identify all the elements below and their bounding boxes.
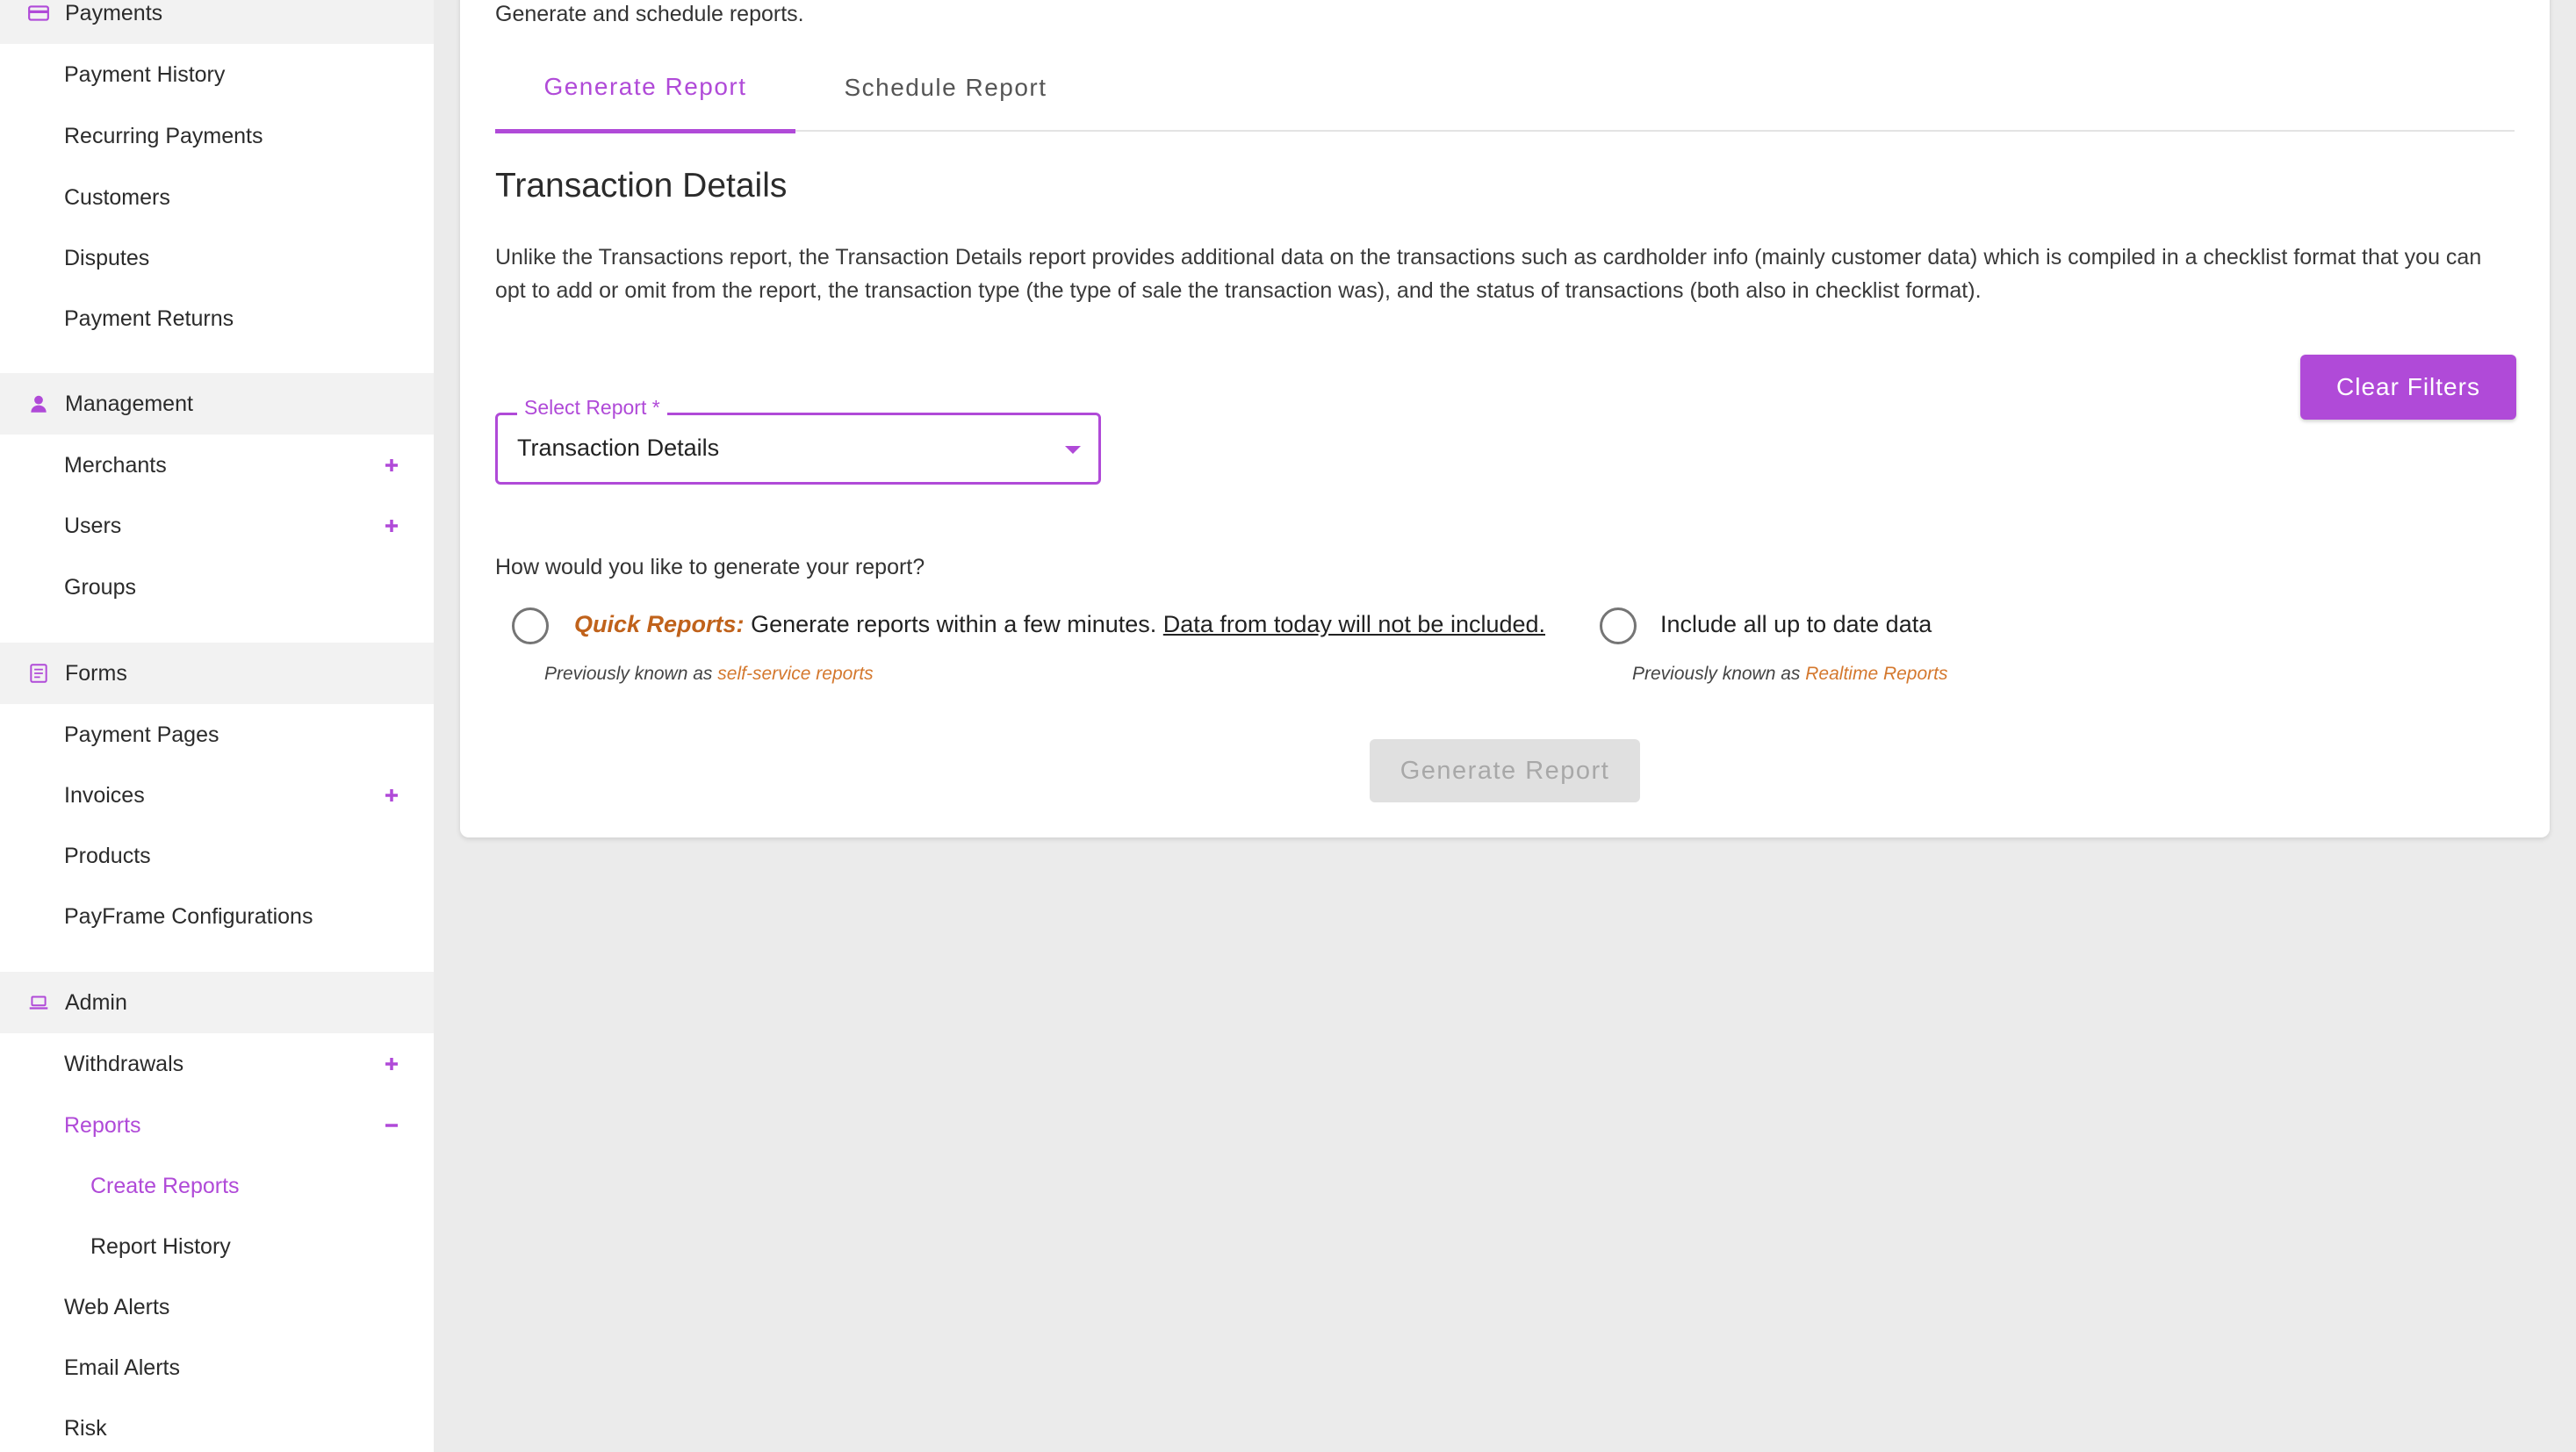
sidebar: Payments Payment History Recurring Payme…: [0, 0, 434, 1452]
sidebar-item-payment-history[interactable]: Payment History: [0, 48, 434, 101]
sidebar-section-payments[interactable]: Payments: [0, 0, 434, 44]
plus-icon[interactable]: [379, 1052, 404, 1076]
sidebar-item-label: PayFrame Configurations: [64, 903, 313, 929]
sidebar-section-title: Management: [65, 391, 193, 416]
sidebar-item-create-reports[interactable]: Create Reports: [0, 1160, 434, 1212]
sidebar-item-users[interactable]: Users: [0, 500, 434, 552]
sidebar-item-label: Withdrawals: [64, 1051, 184, 1076]
sidebar-item-reports[interactable]: Reports: [0, 1099, 434, 1152]
sidebar-item-payment-pages[interactable]: Payment Pages: [0, 708, 434, 761]
form-icon: [21, 656, 56, 691]
credit-card-icon: [21, 0, 56, 31]
quick-reports-text: Generate reports within a few minutes.: [751, 611, 1157, 637]
quick-reports-warning: Data from today will not be included.: [1162, 611, 1546, 637]
tab-bar: Generate Report Schedule Report: [495, 44, 2515, 133]
sidebar-item-report-history[interactable]: Report History: [0, 1220, 434, 1273]
quick-reports-note: Previously known as self-service reports: [544, 664, 874, 685]
note-prefix: Previously known as: [1632, 664, 1801, 684]
sidebar-item-label: Risk: [64, 1415, 107, 1441]
sidebar-item-products[interactable]: Products: [0, 830, 434, 882]
sidebar-item-disputes[interactable]: Disputes: [0, 232, 434, 284]
sidebar-section-title: Admin: [65, 989, 127, 1015]
sidebar-item-label: Recurring Payments: [64, 123, 263, 148]
sidebar-item-label: Report History: [90, 1233, 231, 1259]
note-highlight: Realtime Reports: [1805, 664, 1948, 684]
page-title: Transaction Details: [495, 167, 788, 205]
tab-generate-report[interactable]: Generate Report: [495, 44, 795, 133]
sidebar-item-payment-returns[interactable]: Payment Returns: [0, 292, 434, 345]
sidebar-item-email-alerts[interactable]: Email Alerts: [0, 1341, 434, 1394]
sidebar-item-recurring-payments[interactable]: Recurring Payments: [0, 110, 434, 162]
sidebar-item-risk[interactable]: Risk: [0, 1402, 434, 1452]
sidebar-item-payframe-configurations[interactable]: PayFrame Configurations: [0, 890, 434, 943]
sidebar-item-customers[interactable]: Customers: [0, 171, 434, 224]
sidebar-item-label: Payment History: [64, 61, 226, 87]
report-card: Generate and schedule reports. Generate …: [460, 0, 2550, 837]
app: Payments Payment History Recurring Payme…: [0, 0, 2576, 1452]
sidebar-item-withdrawals[interactable]: Withdrawals: [0, 1038, 434, 1090]
sidebar-item-groups[interactable]: Groups: [0, 561, 434, 614]
person-icon: [21, 386, 56, 421]
sidebar-section-management[interactable]: Management: [0, 373, 434, 435]
chevron-down-icon: [1065, 446, 1081, 454]
sidebar-item-label: Payment Returns: [64, 305, 234, 331]
sidebar-item-merchants[interactable]: Merchants: [0, 439, 434, 492]
minus-icon[interactable]: [379, 1113, 404, 1138]
sidebar-item-label: Reports: [64, 1112, 141, 1138]
select-report-dropdown[interactable]: Select Report * Transaction Details: [495, 396, 1101, 485]
report-description: Unlike the Transactions report, the Tran…: [495, 245, 2482, 303]
select-report-value: Transaction Details: [517, 435, 720, 461]
realtime-reports-note: Previously known as Realtime Reports: [1632, 664, 1948, 685]
plus-icon[interactable]: [379, 453, 404, 478]
sidebar-item-label: Create Reports: [90, 1173, 240, 1198]
sidebar-item-label: Web Alerts: [64, 1294, 170, 1319]
generate-report-button[interactable]: Generate Report: [1370, 739, 1640, 802]
realtime-reports-label[interactable]: Include all up to date data: [1660, 611, 1932, 638]
sidebar-item-invoices[interactable]: Invoices: [0, 769, 434, 822]
sidebar-section-forms[interactable]: Forms: [0, 643, 434, 704]
sidebar-item-label: Groups: [64, 574, 136, 600]
select-report-label: Select Report *: [517, 396, 667, 420]
page-intro: Generate and schedule reports.: [495, 2, 804, 26]
quick-reports-label[interactable]: Quick Reports: Generate reports within a…: [574, 611, 1545, 638]
sidebar-item-label: Users: [64, 513, 122, 538]
plus-icon[interactable]: [379, 783, 404, 808]
note-prefix: Previously known as: [544, 664, 713, 684]
sidebar-section-title: Forms: [65, 660, 127, 686]
quick-reports-radio[interactable]: [512, 607, 549, 644]
note-highlight: self-service reports: [717, 664, 874, 684]
generation-question: How would you like to generate your repo…: [495, 555, 925, 579]
sidebar-item-label: Products: [64, 843, 151, 868]
sidebar-item-label: Invoices: [64, 782, 145, 808]
realtime-reports-radio[interactable]: [1600, 607, 1637, 644]
sidebar-item-web-alerts[interactable]: Web Alerts: [0, 1281, 434, 1333]
laptop-icon: [21, 985, 56, 1020]
tab-schedule-report[interactable]: Schedule Report: [795, 44, 1096, 132]
quick-reports-prefix: Quick Reports:: [574, 611, 745, 637]
plus-icon[interactable]: [379, 514, 404, 538]
sidebar-item-label: Merchants: [64, 452, 167, 478]
sidebar-item-label: Email Alerts: [64, 1355, 180, 1380]
sidebar-item-label: Disputes: [64, 245, 150, 270]
sidebar-item-label: Payment Pages: [64, 722, 219, 747]
sidebar-section-admin[interactable]: Admin: [0, 972, 434, 1033]
sidebar-item-label: Customers: [64, 184, 170, 210]
sidebar-section-title: Payments: [65, 0, 163, 25]
clear-filters-button[interactable]: Clear Filters: [2300, 355, 2516, 420]
